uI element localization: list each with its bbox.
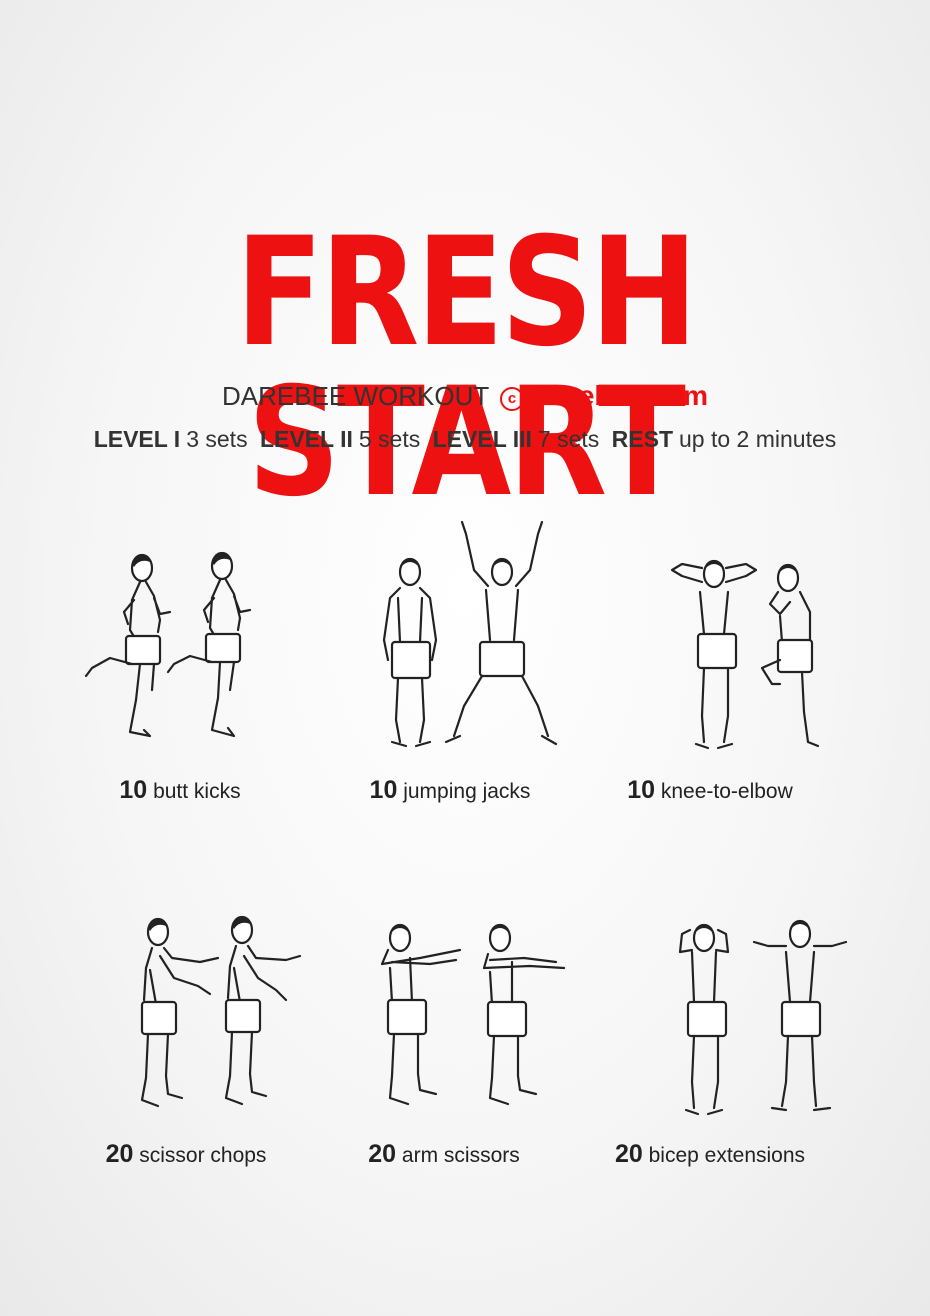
- level-2-label: LEVEL II: [259, 426, 353, 452]
- level-1-label: LEVEL I: [93, 426, 181, 452]
- knee-to-elbow-figure-icon: [670, 559, 820, 750]
- level-3-label: LEVEL III: [432, 426, 532, 452]
- scissor-chops-figure-icon: [140, 915, 302, 1108]
- exercise-count: 10: [119, 776, 148, 804]
- level-3-value: 7 sets: [537, 426, 600, 452]
- butt-kicks-figure-icon: [84, 551, 252, 738]
- exercise-card-bicep-extensions: [600, 918, 900, 1118]
- exercise-label-scissor-chops: 20 scissor chops: [36, 1140, 336, 1169]
- arm-scissors-figure-icon: [380, 923, 566, 1106]
- exercise-card-knee-to-elbow: [570, 552, 870, 752]
- rest-value: up to 2 minutes: [679, 426, 837, 452]
- exercise-name: scissor chops: [139, 1144, 267, 1167]
- exercise-name: jumping jacks: [403, 780, 531, 803]
- exercise-count: 20: [105, 1140, 134, 1168]
- jumping-jacks-figure-icon: [382, 520, 558, 748]
- level-2-value: 5 sets: [358, 426, 421, 452]
- workout-subtitle: DAREBEE WORKOUT c darebee.com: [0, 380, 930, 412]
- exercise-count: 20: [368, 1140, 397, 1168]
- exercise-name: bicep extensions: [648, 1144, 806, 1167]
- site-link[interactable]: darebee.com: [535, 380, 708, 411]
- page-title: FRESH START: [235, 206, 698, 530]
- exercise-count: 20: [614, 1140, 643, 1168]
- levels-line: LEVEL I3 sets LEVEL II 5 sets LEVEL III 7 …: [0, 426, 930, 453]
- exercise-name: arm scissors: [401, 1144, 520, 1167]
- exercise-count: 10: [369, 776, 398, 804]
- exercise-label-knee-to-elbow: 10 knee-to-elbow: [560, 776, 860, 805]
- exercise-count: 10: [627, 776, 656, 804]
- exercise-label-arm-scissors: 20 arm scissors: [294, 1140, 594, 1169]
- exercise-card-butt-kicks: [30, 540, 330, 750]
- exercise-name: butt kicks: [153, 780, 241, 803]
- rest-label: REST: [611, 426, 674, 452]
- exercise-label-jumping-jacks: 10 jumping jacks: [300, 776, 600, 805]
- copyright-icon: c: [500, 387, 525, 411]
- exercise-card-jumping-jacks: [296, 510, 596, 750]
- exercise-label-butt-kicks: 10 butt kicks: [30, 776, 330, 805]
- bicep-extensions-figure-icon: [678, 919, 848, 1116]
- exercise-name: knee-to-elbow: [660, 780, 793, 803]
- exercise-card-arm-scissors: [300, 918, 600, 1118]
- exercise-label-bicep-extensions: 20 bicep extensions: [560, 1140, 860, 1169]
- exercise-card-scissor-chops: [30, 908, 330, 1118]
- level-1-value: 3 sets: [186, 426, 248, 452]
- subtitle-prefix: DAREBEE WORKOUT: [222, 381, 489, 411]
